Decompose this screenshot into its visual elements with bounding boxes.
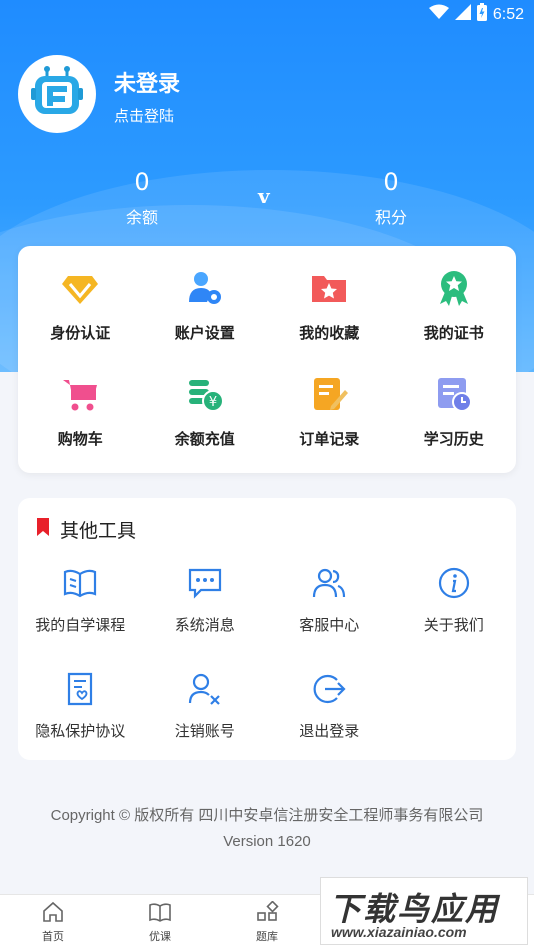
menu-cart[interactable]: 购物车	[18, 374, 143, 449]
tool-label: 隐私保护协议	[35, 722, 126, 740]
menu-label: 账户设置	[174, 324, 235, 342]
quick-menu-card: 身份认证 账户设置 我的收藏 我的证书 购物车 ¥ 余额充值 订单记录 学习历史	[18, 246, 516, 473]
clock: 6:52	[492, 5, 524, 23]
menu-label: 购物车	[57, 430, 103, 448]
diamond-icon	[60, 268, 100, 312]
tools-title: 其他工具	[60, 520, 137, 542]
quick-menu-row: 购物车 ¥ 余额充值 订单记录 学习历史	[18, 374, 516, 449]
svg-text:¥: ¥	[209, 395, 217, 410]
tab-label: 优课	[149, 930, 171, 943]
tab-label: 题库	[256, 930, 278, 943]
menu-favorites[interactable]: 我的收藏	[267, 268, 392, 343]
robot-avatar-icon	[27, 62, 87, 126]
battery-icon	[476, 3, 487, 26]
balance-value: 0	[134, 168, 150, 196]
tool-privacy-policy[interactable]: 隐私保护协议	[18, 672, 143, 741]
info-icon	[436, 566, 472, 604]
signal-icon	[454, 4, 471, 25]
avatar[interactable]	[18, 55, 96, 133]
menu-label: 我的收藏	[299, 324, 360, 342]
section-title: 其他工具	[36, 516, 136, 543]
tool-label: 客服中心	[299, 616, 360, 634]
grid-icon	[255, 900, 279, 926]
menu-history[interactable]: 学习历史	[392, 374, 517, 449]
tab-courses[interactable]: 优课	[125, 901, 195, 944]
bookmark-icon	[36, 518, 50, 541]
order-note-icon	[309, 374, 349, 418]
quick-menu-row: 身份认证 账户设置 我的收藏 我的证书	[18, 268, 516, 343]
user-gear-icon	[185, 268, 225, 312]
users-icon	[311, 566, 347, 604]
book-icon	[62, 566, 98, 604]
tool-label: 退出登录	[299, 722, 360, 740]
login-link[interactable]: 点击登陆	[114, 105, 174, 126]
tool-system-messages[interactable]: 系统消息	[143, 566, 268, 635]
menu-label: 身份认证	[50, 324, 111, 342]
privacy-doc-icon	[62, 672, 98, 710]
tool-customer-service[interactable]: 客服中心	[267, 566, 392, 635]
coin-stack-icon: ¥	[185, 374, 225, 418]
medal-icon	[434, 268, 474, 312]
points-label: 积分	[374, 208, 407, 227]
logout-icon	[311, 672, 347, 710]
wifi-icon	[428, 4, 449, 25]
tool-logout[interactable]: 退出登录	[267, 672, 392, 741]
tools-row: 我的自学课程 系统消息 客服中心 关于我们	[18, 566, 516, 635]
tool-label: 系统消息	[174, 616, 235, 634]
tab-label: 首页	[42, 930, 64, 943]
user-name[interactable]: 未登录	[114, 66, 180, 98]
menu-recharge[interactable]: ¥ 余额充值	[143, 374, 268, 449]
balance-label: 余额	[125, 208, 158, 227]
copyright-text: Copyright © 版权所有 四川中安卓信注册安全工程师事务有限公司	[50, 807, 484, 824]
user-remove-icon	[187, 672, 223, 710]
history-icon	[434, 374, 474, 418]
points-value: 0	[383, 168, 399, 196]
tool-label: 关于我们	[423, 616, 484, 634]
points-stat[interactable]: 0 积分	[331, 168, 451, 228]
tool-my-courses[interactable]: 我的自学课程	[18, 566, 143, 635]
menu-label: 学习历史	[423, 430, 484, 448]
menu-identity-verify[interactable]: 身份认证	[18, 268, 143, 343]
menu-account-settings[interactable]: 账户设置	[143, 268, 268, 343]
menu-orders[interactable]: 订单记录	[267, 374, 392, 449]
menu-label: 订单记录	[299, 430, 360, 448]
balance-stat[interactable]: 0 余额	[82, 168, 202, 228]
vip-mark: v	[258, 184, 270, 208]
status-bar: 6:52	[0, 0, 534, 28]
open-book-icon	[148, 903, 172, 926]
tab-question-bank[interactable]: 题库	[232, 900, 302, 944]
tool-about-us[interactable]: 关于我们	[392, 566, 517, 635]
tools-card: 其他工具 我的自学课程 系统消息 客服中心 关于我们 隐私保护协议 注销账号 退…	[18, 498, 516, 760]
watermark-url: www.xiazainiao.com	[331, 924, 467, 940]
home-icon	[41, 901, 65, 926]
tab-home[interactable]: 首页	[18, 901, 88, 944]
tool-label: 我的自学课程	[35, 616, 126, 634]
tools-row: 隐私保护协议 注销账号 退出登录	[18, 672, 516, 741]
watermark-logo: 下载鸟应用 www.xiazainiao.com	[320, 877, 528, 945]
message-icon	[187, 566, 223, 604]
tool-delete-account[interactable]: 注销账号	[143, 672, 268, 741]
menu-certificates[interactable]: 我的证书	[392, 268, 517, 343]
menu-label: 我的证书	[423, 324, 484, 342]
cart-icon	[60, 374, 100, 418]
star-folder-icon	[309, 268, 349, 312]
tool-label: 注销账号	[174, 722, 235, 740]
menu-label: 余额充值	[174, 430, 235, 448]
version-text: Version 1620	[223, 833, 311, 850]
